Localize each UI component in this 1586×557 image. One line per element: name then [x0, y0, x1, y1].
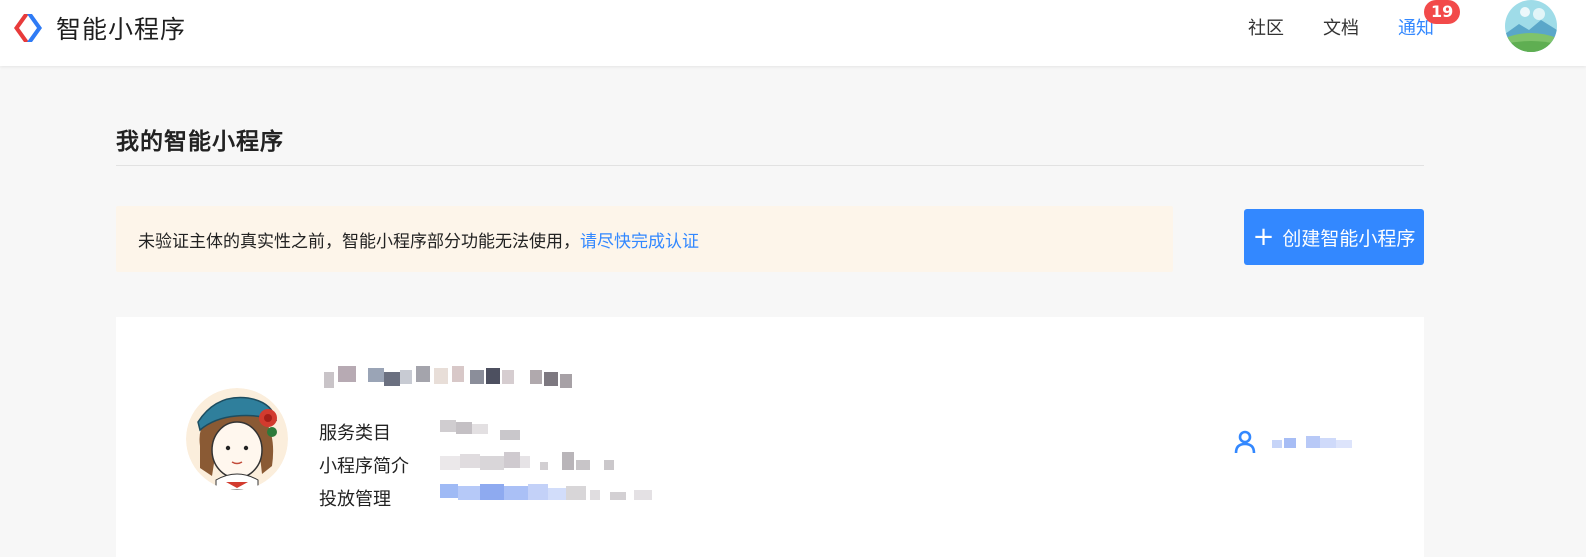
app-card — [116, 317, 1424, 557]
service-category-value-redacted — [440, 420, 530, 442]
app-intro-value-redacted — [440, 452, 620, 474]
create-mini-program-button[interactable]: + 创建智能小程序 — [1244, 209, 1424, 265]
app-name-redacted[interactable] — [324, 366, 574, 392]
label-placement-management: 投放管理 — [319, 489, 391, 510]
user-avatar[interactable] — [1505, 0, 1557, 52]
top-bar: 智能小程序 社区 文档 通知 19 — [0, 0, 1586, 66]
brand-logo-icon — [14, 14, 42, 42]
landscape-avatar-image — [1505, 0, 1557, 52]
complete-verification-link[interactable]: 请尽快完成认证 — [580, 227, 699, 252]
label-service-category: 服务类目 — [319, 423, 391, 444]
title-divider — [116, 165, 1424, 166]
verification-notice: 未验证主体的真实性之前，智能小程序部分功能无法使用， 请尽快完成认证 — [116, 206, 1173, 272]
label-app-intro: 小程序简介 — [319, 456, 409, 477]
app-owner[interactable] — [1234, 430, 1364, 456]
girl-avatar-image — [186, 388, 288, 490]
notice-text: 未验证主体的真实性之前，智能小程序部分功能无法使用， — [138, 231, 580, 252]
user-icon — [1234, 430, 1256, 454]
create-button-label: 创建智能小程序 — [1282, 227, 1416, 250]
placement-management-link-redacted[interactable] — [440, 484, 660, 506]
notification-count-badge: 19 — [1424, 0, 1461, 24]
nav-docs[interactable]: 文档 — [1323, 14, 1359, 40]
page-title: 我的智能小程序 — [116, 129, 284, 155]
nav-community[interactable]: 社区 — [1248, 14, 1284, 40]
plus-icon: + — [1252, 222, 1275, 252]
owner-name-redacted — [1272, 436, 1356, 450]
app-avatar[interactable] — [186, 388, 288, 490]
brand-home-link[interactable]: 智能小程序 — [10, 8, 186, 48]
brand-name: 智能小程序 — [56, 15, 187, 44]
